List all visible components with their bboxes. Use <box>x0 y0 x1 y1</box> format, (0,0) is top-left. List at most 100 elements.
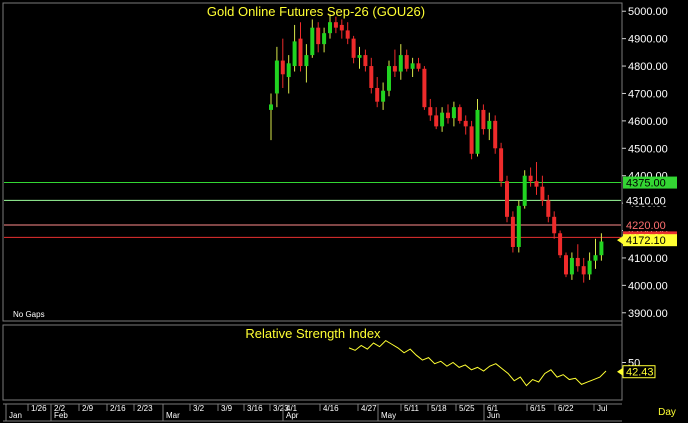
candle-body <box>505 181 509 217</box>
candle-body <box>599 241 604 256</box>
price-level-badges: 4375.004310.004220.004175.004172.10 <box>617 176 677 247</box>
price-tick-label: 4600.00 <box>628 116 668 128</box>
price-tick-label: 4800.00 <box>628 61 668 73</box>
candle-body <box>387 66 391 91</box>
time-tick-label: 5/18 <box>431 404 447 413</box>
chart-window: 5000.00 4900.00 4800.00 4700.00 4600.00 4500.… <box>0 0 688 423</box>
price-level-label: 4220.00 <box>626 220 666 232</box>
time-axis: Jan1/26 2/2Feb2/9 2/16 2/23Mar3/2 3/9 3/16 3/2… <box>5 404 607 421</box>
candle-body <box>410 63 415 69</box>
price-tick-label: 5000.00 <box>628 6 668 18</box>
price-tick-label: 4500.00 <box>628 143 668 155</box>
candle-body <box>274 60 279 94</box>
candle-body <box>381 90 386 102</box>
candle-body <box>434 115 439 127</box>
candle-body <box>463 120 468 127</box>
price-tick-label: 3900.00 <box>628 308 668 320</box>
candle-body <box>339 24 344 31</box>
candle-body <box>392 66 397 72</box>
time-tick-label: 5/25 <box>459 404 475 413</box>
candle-body <box>269 104 273 110</box>
candle-body <box>328 22 332 34</box>
candle-body <box>552 216 557 234</box>
candle-body <box>280 60 285 75</box>
candle-body <box>428 107 433 116</box>
candle-body <box>416 63 421 69</box>
candle-body <box>481 109 486 130</box>
candle-body <box>516 205 521 247</box>
candle-body <box>493 120 498 149</box>
candle-body <box>528 175 533 182</box>
candle-body <box>469 126 474 154</box>
candle-body <box>475 109 480 154</box>
candle-body <box>546 200 551 217</box>
time-tick-label: 2/16 <box>110 404 126 413</box>
candle-body <box>351 38 356 58</box>
time-tick-label: 3/16 <box>247 404 263 413</box>
candle-body <box>286 63 291 78</box>
candle-body <box>581 266 586 275</box>
candle-body <box>345 30 350 39</box>
candle-body <box>369 66 374 88</box>
price-tick-label: 4900.00 <box>628 34 668 46</box>
time-tick-label: 1/26 <box>31 404 47 413</box>
price-level-label: 4375.00 <box>626 178 666 190</box>
candle-body <box>363 55 368 67</box>
chart-title: Gold Online Futures Sep-26 (GOU26) <box>207 4 425 19</box>
price-tick-label: 4100.00 <box>628 253 668 265</box>
candle-body <box>499 148 504 182</box>
candle-body <box>587 260 592 275</box>
candle-body <box>457 107 462 121</box>
time-tick-label: Jan <box>9 411 22 420</box>
time-tick-label: 5/11 <box>404 404 420 413</box>
candle-body <box>357 55 362 58</box>
price-level-label: 4310.00 <box>626 195 666 207</box>
time-tick-label: 3/9 <box>221 404 233 413</box>
candle-body <box>487 120 492 130</box>
candle-body <box>298 38 303 67</box>
candle-body <box>322 33 327 45</box>
candle-body <box>593 255 598 261</box>
candle-body <box>333 22 338 28</box>
time-tick-label: Feb <box>54 411 68 420</box>
candle-body <box>304 55 309 67</box>
time-tick-label: 4/27 <box>361 404 377 413</box>
time-tick-label: Apr <box>286 411 299 420</box>
candle-body <box>310 27 315 56</box>
candle-body <box>575 257 580 267</box>
rsi-last-label: 42.43 <box>626 367 654 379</box>
candle-body <box>398 55 403 72</box>
candle-body <box>375 87 380 102</box>
last-price-label: 4172.10 <box>626 235 666 247</box>
candle-body <box>564 255 568 275</box>
candle-body <box>569 257 574 275</box>
candle-body <box>522 175 527 206</box>
time-tick-label: 2/9 <box>82 404 94 413</box>
rsi-title: Relative Strength Index <box>245 326 381 341</box>
time-tick-label: Jul <box>597 404 607 413</box>
no-gaps-note: No Gaps <box>13 310 45 319</box>
candle-body <box>446 112 450 119</box>
candle-body <box>510 216 515 247</box>
candle-body <box>316 27 321 45</box>
time-tick-label: Mar <box>166 411 180 420</box>
candle-body <box>534 181 539 187</box>
candle-body <box>558 233 563 256</box>
candle-body <box>422 68 427 108</box>
candle-body <box>451 107 456 119</box>
time-tick-label: 2/23 <box>137 404 153 413</box>
candle-body <box>540 186 545 201</box>
period-label: Day <box>658 407 676 418</box>
price-axis: 5000.00 4900.00 4800.00 4700.00 4600.00 4500.… <box>622 6 668 320</box>
candle-body <box>292 41 297 67</box>
time-tick-label: May <box>381 411 396 420</box>
time-tick-label: Jun <box>487 411 500 420</box>
candle-body <box>440 112 445 127</box>
price-tick-label: 4000.00 <box>628 280 668 292</box>
time-tick-label: 6/15 <box>530 404 546 413</box>
candle-body <box>404 55 409 69</box>
time-tick-label: 6/22 <box>558 404 574 413</box>
chart-canvas[interactable]: 5000.00 4900.00 4800.00 4700.00 4600.00 4500.… <box>0 0 688 423</box>
time-tick-label: 4/16 <box>323 404 339 413</box>
price-tick-label: 4700.00 <box>628 88 668 100</box>
